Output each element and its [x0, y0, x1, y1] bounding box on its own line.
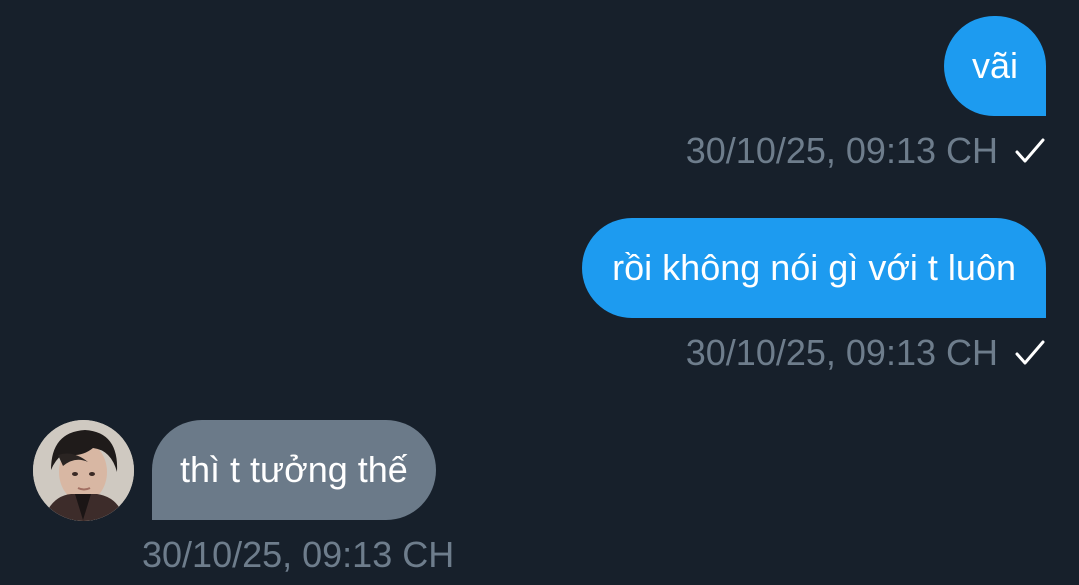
- message-text: vãi: [971, 45, 1018, 86]
- message-timestamp: 30/10/25, 09:13 CH: [142, 534, 455, 575]
- incoming-message-bubble[interactable]: thì t tưởng thế: [152, 420, 436, 520]
- message-text: thì t tưởng thế: [180, 449, 408, 490]
- message-text: rồi không nói gì với t luôn: [612, 247, 1016, 288]
- message-timestamp-row: 30/10/25, 09:13 CH: [142, 537, 454, 573]
- avatar[interactable]: [33, 420, 134, 521]
- check-icon: [1015, 138, 1045, 163]
- avatar-photo: [33, 420, 134, 521]
- outgoing-message-bubble[interactable]: rồi không nói gì với t luôn: [582, 218, 1046, 318]
- check-icon: [1015, 340, 1045, 365]
- message-timestamp: 30/10/25, 09:13 CH: [685, 130, 998, 171]
- message-timestamp-row: 30/10/25, 09:13 CH: [686, 133, 1046, 169]
- chat-thread[interactable]: vãi 30/10/25, 09:13 CH rồi không nói gì …: [0, 0, 1079, 585]
- message-timestamp-row: 30/10/25, 09:13 CH: [686, 335, 1046, 371]
- message-timestamp: 30/10/25, 09:13 CH: [685, 332, 998, 373]
- outgoing-message-bubble[interactable]: vãi: [943, 16, 1046, 116]
